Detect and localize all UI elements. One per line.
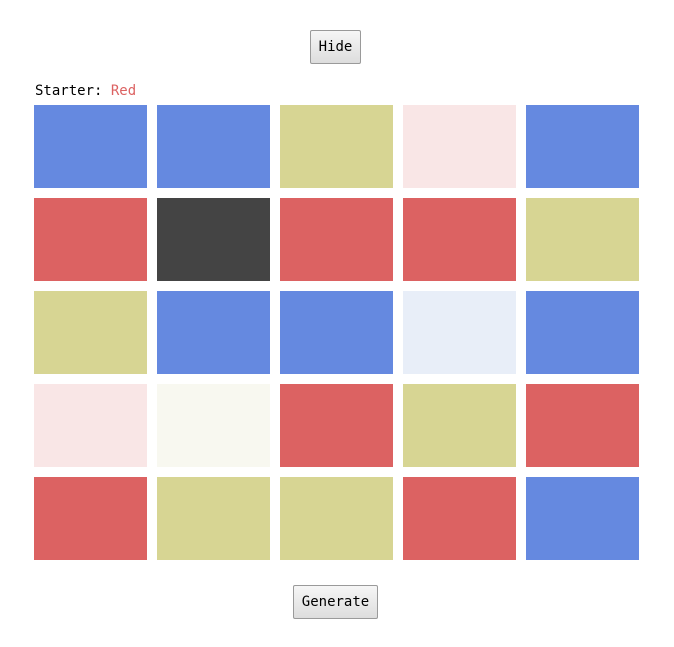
card-tile-blue[interactable] [34,105,147,188]
starter-label: Starter: [35,83,111,99]
card-tile-red[interactable] [403,477,516,560]
card-tile-red[interactable] [403,198,516,281]
card-tile-red[interactable] [280,198,393,281]
card-tile-neutral[interactable] [403,384,516,467]
card-tile-neutral[interactable] [157,477,270,560]
card-tile-neutral[interactable] [526,198,639,281]
card-tile-blue[interactable] [280,291,393,374]
card-tile-blue-revealed[interactable] [403,291,516,374]
hide-button[interactable]: Hide [310,30,361,64]
card-tile-neutral[interactable] [280,105,393,188]
card-tile-blue[interactable] [157,105,270,188]
card-tile-neutral[interactable] [280,477,393,560]
card-tile-neutral[interactable] [34,291,147,374]
card-tile-red-revealed[interactable] [34,384,147,467]
card-tile-assassin[interactable] [157,198,270,281]
card-grid [34,105,639,560]
card-tile-red[interactable] [526,384,639,467]
card-tile-blue[interactable] [157,291,270,374]
starter-value: Red [110,83,137,99]
card-tile-red-revealed[interactable] [403,105,516,188]
generate-button[interactable]: Generate [293,585,378,619]
card-tile-red[interactable] [34,198,147,281]
card-tile-blue[interactable] [526,477,639,560]
card-tile-red[interactable] [34,477,147,560]
card-tile-red[interactable] [280,384,393,467]
card-tile-blue[interactable] [526,291,639,374]
starter-indicator: Starter: Red [35,83,136,99]
card-tile-blue[interactable] [526,105,639,188]
card-tile-neutral-revealed[interactable] [157,384,270,467]
